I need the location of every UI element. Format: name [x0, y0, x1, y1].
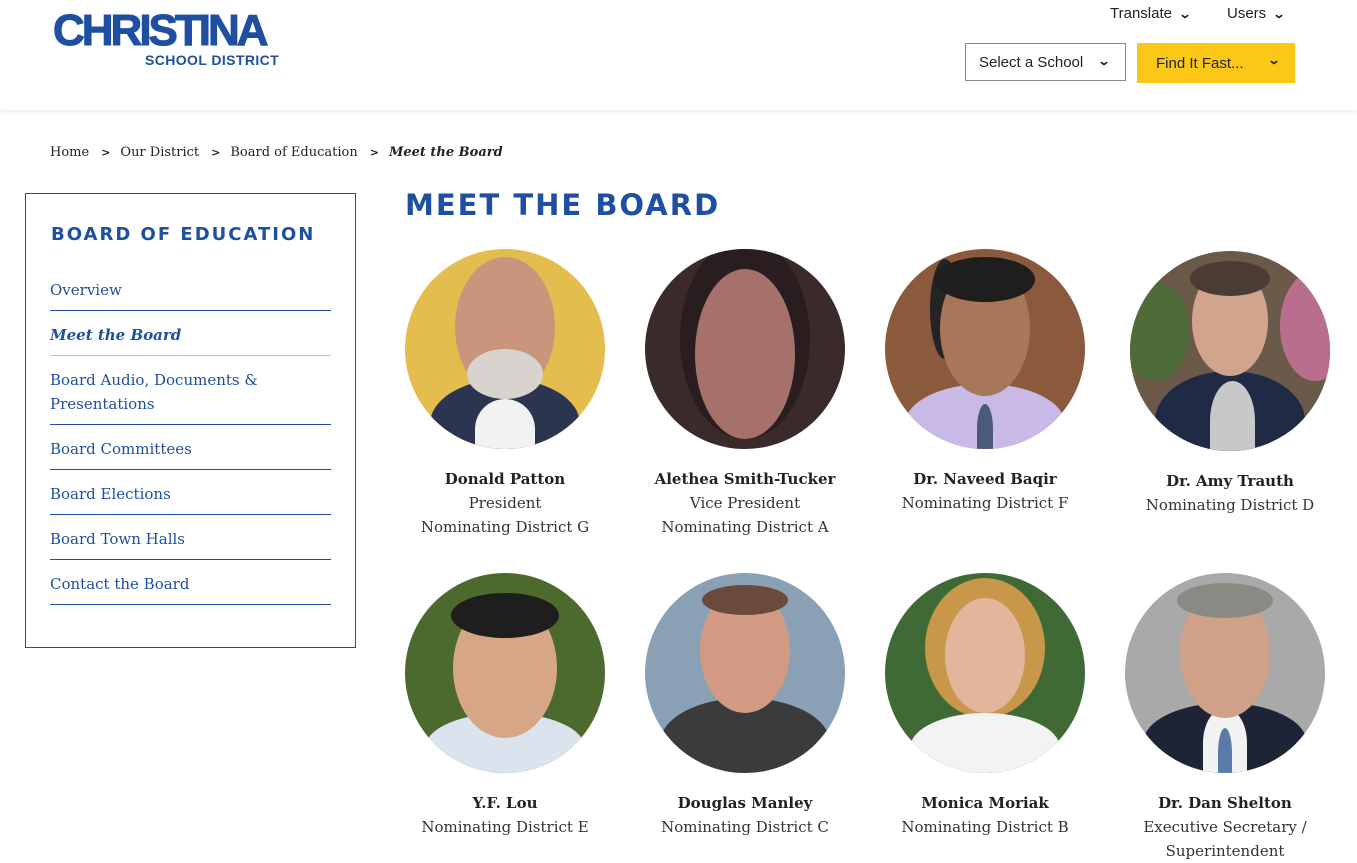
find-it-fast-label: Find It Fast... — [1156, 54, 1244, 72]
chevron-down-icon: ⌄ — [1097, 54, 1111, 68]
logo-subtitle: SCHOOL DISTRICT — [145, 52, 280, 68]
sidebar-item-board-elections[interactable]: Board Elections — [50, 482, 331, 515]
member-district: Nominating District E — [421, 818, 589, 836]
chevron-down-icon: ⌄ — [1267, 53, 1281, 67]
breadcrumb: Home > Our District > Board of Education… — [50, 145, 503, 160]
sidebar-item-meet-the-board[interactable]: Meet the Board — [50, 323, 331, 356]
board-member-card: Y.F. Lou Nominating District E — [385, 573, 625, 839]
sidebar-item-board-audio[interactable]: Board Audio, Documents & Presentations — [50, 368, 331, 425]
breadcrumb-our-district[interactable]: Our District — [120, 145, 199, 160]
breadcrumb-current: Meet the Board — [388, 145, 503, 160]
translate-label: Translate — [1110, 5, 1172, 22]
board-member-card: Dr. Dan Shelton Executive Secretary / Su… — [1105, 573, 1345, 863]
member-name: Dr. Dan Shelton — [1158, 794, 1292, 812]
member-photo — [645, 249, 845, 449]
member-role: President — [468, 494, 542, 512]
users-menu[interactable]: Users ⌄ — [1227, 5, 1286, 22]
board-member-card: Alethea Smith-Tucker Vice President Nomi… — [625, 249, 865, 539]
member-district: Nominating District A — [661, 518, 829, 536]
find-it-fast-button[interactable]: Find It Fast... ⌄ — [1137, 43, 1295, 83]
member-role-line2: Superintendent — [1165, 842, 1285, 860]
member-name: Douglas Manley — [677, 794, 813, 812]
translate-menu[interactable]: Translate ⌄ — [1110, 5, 1192, 22]
member-photo — [1130, 251, 1330, 451]
member-photo — [405, 573, 605, 773]
sidebar-item-contact-the-board[interactable]: Contact the Board — [50, 572, 331, 605]
member-district: Nominating District C — [661, 818, 829, 836]
sidebar-item-board-committees[interactable]: Board Committees — [50, 437, 331, 470]
member-district: Nominating District F — [901, 494, 1069, 512]
chevron-right-icon: > — [369, 146, 379, 159]
member-district: Nominating District D — [1145, 496, 1315, 514]
users-label: Users — [1227, 5, 1267, 22]
site-header: CHRISTINA SCHOOL DISTRICT Translate ⌄ Us… — [0, 0, 1357, 110]
chevron-right-icon: > — [211, 146, 221, 159]
member-role: Executive Secretary / — [1143, 818, 1307, 836]
chevron-down-icon: ⌄ — [1272, 6, 1286, 21]
select-school-dropdown[interactable]: Select a School ⌄ — [965, 43, 1126, 81]
chevron-right-icon: > — [101, 146, 111, 159]
member-photo — [1125, 573, 1325, 773]
member-name: Donald Patton — [444, 470, 566, 488]
member-district: Nominating District G — [420, 518, 590, 536]
member-name: Monica Moriak — [921, 794, 1049, 812]
board-member-card: Dr. Amy Trauth Nominating District D — [1110, 251, 1350, 517]
board-member-card: Monica Moriak Nominating District B — [865, 573, 1105, 839]
board-member-card: Dr. Naveed Baqir Nominating District F — [865, 249, 1105, 515]
board-member-card: Douglas Manley Nominating District C — [625, 573, 865, 839]
member-photo — [885, 249, 1085, 449]
district-logo[interactable]: CHRISTINA SCHOOL DISTRICT — [53, 6, 288, 70]
member-photo — [405, 249, 605, 449]
sidebar-item-overview[interactable]: Overview — [50, 278, 331, 311]
breadcrumb-home[interactable]: Home — [50, 145, 89, 160]
member-district: Nominating District B — [901, 818, 1069, 836]
chevron-down-icon: ⌄ — [1178, 6, 1192, 21]
member-photo — [645, 573, 845, 773]
logo-wordmark: CHRISTINA — [53, 6, 270, 55]
member-name: Y.F. Lou — [472, 794, 538, 812]
member-role: Vice President — [689, 494, 801, 512]
sidebar-title: BOARD OF EDUCATION — [51, 224, 316, 245]
member-name: Dr. Amy Trauth — [1166, 472, 1294, 490]
breadcrumb-board-of-education[interactable]: Board of Education — [230, 145, 357, 160]
select-school-label: Select a School — [979, 53, 1084, 71]
sidebar-item-board-town-halls[interactable]: Board Town Halls — [50, 527, 331, 560]
member-name: Alethea Smith-Tucker — [654, 470, 836, 488]
board-member-card: Donald Patton President Nominating Distr… — [385, 249, 625, 539]
page-title: MEET THE BOARD — [405, 188, 721, 222]
member-name: Dr. Naveed Baqir — [913, 470, 1057, 488]
member-photo — [885, 573, 1085, 773]
sidebar-nav: BOARD OF EDUCATION Overview Meet the Boa… — [25, 193, 356, 648]
